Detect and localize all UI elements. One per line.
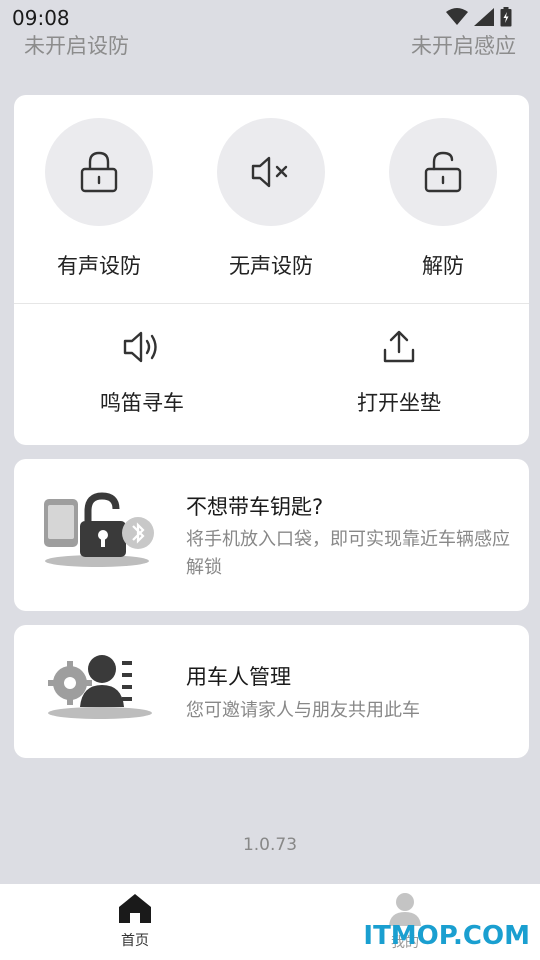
disarm-label: 解防 [422, 254, 464, 278]
find-car-label: 鸣笛寻车 [100, 391, 184, 415]
speaker-icon [123, 331, 157, 363]
control-card: 有声设防 无声设防 解防 鸣笛寻车 打开坐垫 [14, 95, 529, 445]
user-management-card[interactable]: 用车人管理 您可邀请家人与朋友共用此车 [14, 625, 529, 758]
find-car-button[interactable]: 鸣笛寻车 [67, 327, 217, 417]
battery-icon [500, 7, 512, 27]
silent-arm-button[interactable]: 无声设防 [216, 118, 326, 280]
home-icon [119, 894, 151, 923]
find-car-icon-wrap [67, 327, 217, 367]
open-seat-label: 打开坐垫 [357, 391, 441, 415]
user-management-desc: 您可邀请家人与朋友共用此车 [186, 700, 420, 721]
disarm-button[interactable]: 解防 [388, 118, 498, 280]
phone-unlock-illustration [44, 492, 154, 567]
app-version: 1.0.73 [242, 835, 298, 855]
status-icons [446, 7, 512, 27]
upload-icon [383, 330, 415, 363]
unlock-icon [424, 151, 462, 193]
tab-home-label: 首页 [121, 933, 149, 949]
sound-arm-label: 有声设防 [57, 254, 141, 278]
tab-home[interactable]: 首页 [85, 892, 185, 950]
user-management-title: 用车人管理 [186, 665, 291, 689]
divider [14, 303, 529, 304]
keyless-title: 不想带车钥匙? [186, 495, 324, 519]
mute-icon [251, 156, 288, 188]
watermark: ITMOP.COM [363, 921, 530, 951]
disarm-circle [389, 118, 497, 226]
silent-arm-label: 无声设防 [229, 254, 313, 278]
user-gear-illustration [48, 655, 152, 719]
open-seat-button[interactable]: 打开坐垫 [324, 327, 474, 417]
sound-arm-button[interactable]: 有声设防 [44, 118, 154, 280]
status-bar: 09:08 [0, 0, 540, 34]
open-seat-icon-wrap [324, 327, 474, 367]
keyless-card[interactable]: 不想带车钥匙? 将手机放入口袋，即可实现靠近车辆感应解锁 [14, 459, 529, 611]
signal-icon [474, 8, 494, 26]
sensor-status: 未开启感应 [411, 34, 516, 58]
lock-icon [80, 151, 118, 193]
arm-controls: 有声设防 无声设防 解防 [14, 118, 529, 283]
wifi-icon [446, 8, 468, 25]
sound-arm-circle [45, 118, 153, 226]
keyless-desc: 将手机放入口袋，即可实现靠近车辆感应解锁 [186, 529, 510, 578]
clock: 09:08 [12, 6, 70, 30]
arm-status: 未开启设防 [24, 34, 129, 58]
silent-arm-circle [217, 118, 325, 226]
status-row: 未开启设防 未开启感应 [0, 30, 540, 60]
